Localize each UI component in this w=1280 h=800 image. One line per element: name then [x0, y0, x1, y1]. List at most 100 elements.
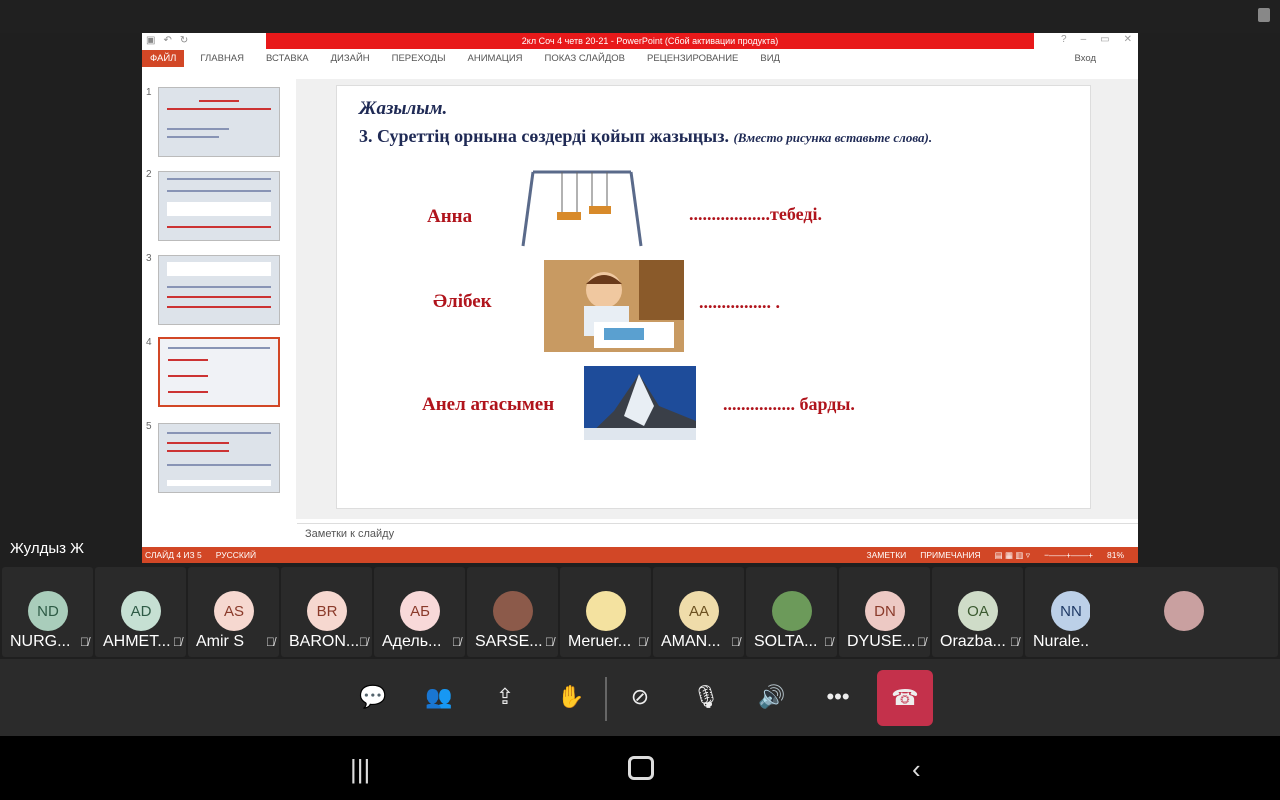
- participant-tile[interactable]: АБ Адель... 🎙̸: [374, 567, 465, 657]
- participant-tile[interactable]: ND NURG... 🎙̸: [2, 567, 93, 657]
- participant-tile[interactable]: SARSE... 🎙̸: [467, 567, 558, 657]
- swing-image: [521, 170, 643, 247]
- tab-transitions: ПЕРЕХОДЫ: [391, 52, 446, 64]
- android-nav-bar: ||| ‹: [0, 736, 1280, 800]
- participant-name: Meruer...: [568, 633, 632, 650]
- participant-tile[interactable]: BR BARON... 🎙̸: [281, 567, 372, 657]
- more-options-button[interactable]: •••: [816, 677, 860, 717]
- thumb-number: 4: [146, 337, 152, 348]
- help-icon: ?: [1061, 34, 1067, 45]
- avatar: АБ: [400, 591, 440, 631]
- zoom-slider: −——+——+: [1044, 550, 1093, 560]
- avatar: ND: [28, 591, 68, 631]
- participant-strip: ND NURG... 🎙̸ AD AHMET... 🎙̸ AS Amir S 🎙̸ BR BARON…: [0, 566, 1280, 658]
- participant-tile[interactable]: AS Amir S 🎙̸: [188, 567, 279, 657]
- mic-muted-icon: 🎙̸: [359, 635, 368, 649]
- slide-heading: Жазылым.: [359, 98, 448, 119]
- share-button[interactable]: ⇪: [483, 677, 527, 717]
- chat-button[interactable]: 💬: [351, 677, 395, 717]
- presenter-name: Жулдыз Ж: [10, 540, 85, 557]
- row-3-subject: Анел атасымен: [422, 394, 555, 415]
- participant-tile[interactable]: SOLTA... 🎙̸: [746, 567, 837, 657]
- window-title: 2кл Соч 4 четв 20-21 - PowerPoint (Сбой …: [266, 33, 1034, 49]
- mic-muted-icon: 🎙̸: [731, 635, 740, 649]
- row-1-answer: ..................тебеді.: [689, 204, 822, 224]
- row-2-subject: Әлібек: [433, 291, 492, 312]
- tab-animation: АНИМАЦИЯ: [467, 52, 523, 64]
- raise-hand-button[interactable]: ✋: [549, 677, 593, 717]
- participant-tile[interactable]: Meruer... 🎙̸: [560, 567, 651, 657]
- tab-design: ДИЗАЙН: [330, 52, 370, 64]
- participant-name: SOLTA...: [754, 633, 818, 650]
- redo-icon: ↻: [179, 35, 189, 46]
- participant-name: AMAN...: [661, 633, 721, 650]
- thumb-number: 2: [146, 169, 152, 180]
- mic-muted-icon: 🎙̸: [824, 635, 833, 649]
- self-video-tile[interactable]: [1090, 567, 1278, 657]
- mic-off-button[interactable]: 🎙: [684, 677, 728, 717]
- participant-name: Nurale..: [1033, 633, 1090, 650]
- slide: Жазылым. 3. Суреттің орнына сөздерді қой…: [336, 85, 1091, 509]
- thumb-number: 1: [146, 87, 152, 98]
- participant-name: AHMET...: [103, 633, 171, 650]
- tab-view: ВИД: [760, 52, 780, 64]
- row-3-answer: ................ барды.: [723, 394, 855, 414]
- camera-off-button[interactable]: ⊘: [618, 677, 662, 717]
- mountain-image: [584, 366, 696, 440]
- tab-home: ГЛАВНАЯ: [200, 52, 244, 64]
- call-controls: 💬 👥 ⇪ ✋ ⊘ 🎙 🔊 ••• ☎: [0, 659, 1280, 736]
- participant-name: NURG...: [10, 633, 71, 650]
- avatar: [586, 591, 626, 631]
- mic-muted-icon: 🎙̸: [545, 635, 554, 649]
- row-1-subject: Анна: [427, 206, 473, 227]
- participant-tile[interactable]: AD AHMET... 🎙̸: [95, 567, 186, 657]
- slide-thumbnail-4: [158, 337, 280, 407]
- avatar: [493, 591, 533, 631]
- zoom-level: 81%: [1106, 550, 1124, 560]
- mic-muted-icon: 🎙̸: [1010, 635, 1019, 649]
- avatar: OA: [958, 591, 998, 631]
- home-button[interactable]: [628, 756, 654, 780]
- recent-apps-button[interactable]: |||: [350, 754, 370, 785]
- participant-name: Amir S: [196, 633, 244, 650]
- ribbon-tabs: ФАЙЛ ГЛАВНАЯ ВСТАВКА ДИЗАЙН ПЕРЕХОДЫ АНИ…: [142, 49, 1138, 67]
- slide-thumbnails: 1 2 3 4 5: [142, 79, 292, 519]
- participant-tile[interactable]: DN DYUSE... 🎙̸: [839, 567, 930, 657]
- comments-button: ПРИМЕЧАНИЯ: [920, 550, 981, 560]
- maximize-icon: ▭: [1100, 34, 1110, 45]
- task-text: 3. Суреттің орнына сөздерді қойып жазыңы…: [359, 126, 729, 146]
- participant-name: BARON...: [289, 633, 360, 650]
- participant-tile[interactable]: AA AMAN... 🎙̸: [653, 567, 744, 657]
- avatar: AS: [214, 591, 254, 631]
- participants-button[interactable]: 👥: [417, 677, 461, 717]
- divider: [605, 677, 607, 721]
- hang-up-button[interactable]: ☎: [877, 670, 933, 726]
- participant-tile[interactable]: OA Orazba... 🎙̸: [932, 567, 1023, 657]
- tab-review: РЕЦЕНЗИРОВАНИЕ: [647, 52, 739, 64]
- participant-name: SARSE...: [475, 633, 543, 650]
- undo-icon: ↶: [163, 35, 172, 46]
- slide-editor: Жазылым. 3. Суреттің орнына сөздерді қой…: [296, 79, 1138, 519]
- back-button[interactable]: ‹: [912, 754, 921, 785]
- mic-muted-icon: 🎙̸: [917, 635, 926, 649]
- avatar: DN: [865, 591, 905, 631]
- notes-button: ЗАМЕТКИ: [866, 550, 907, 560]
- language-indicator: РУССКИЙ: [215, 550, 257, 560]
- avatar: AA: [679, 591, 719, 631]
- shared-screen-powerpoint: ▣ ↶ ↻ 2кл Соч 4 четв 20-21 - PowerPoint (С…: [142, 33, 1138, 563]
- login-link: Вход: [1074, 52, 1097, 64]
- slide-thumbnail-5: [158, 423, 280, 493]
- mic-muted-icon: 🎙̸: [80, 635, 89, 649]
- row-2-answer: ................ .: [699, 292, 780, 312]
- view-buttons: ▤ ▦ ▥ ▿: [994, 549, 1031, 560]
- save-icon: ▣: [146, 35, 156, 46]
- minimize-icon: –: [1080, 34, 1087, 45]
- quick-access-toolbar: ▣ ↶ ↻: [146, 35, 188, 46]
- speaker-button[interactable]: 🔊: [750, 677, 794, 717]
- self-avatar: [1164, 591, 1204, 631]
- mic-muted-icon: 🎙̸: [452, 635, 461, 649]
- boy-drawing-image: [544, 260, 684, 352]
- lock-icon: [1258, 8, 1270, 22]
- slide-thumbnail-1: [158, 87, 280, 157]
- slide-task: 3. Суреттің орнына сөздерді қойып жазыңы…: [359, 126, 932, 147]
